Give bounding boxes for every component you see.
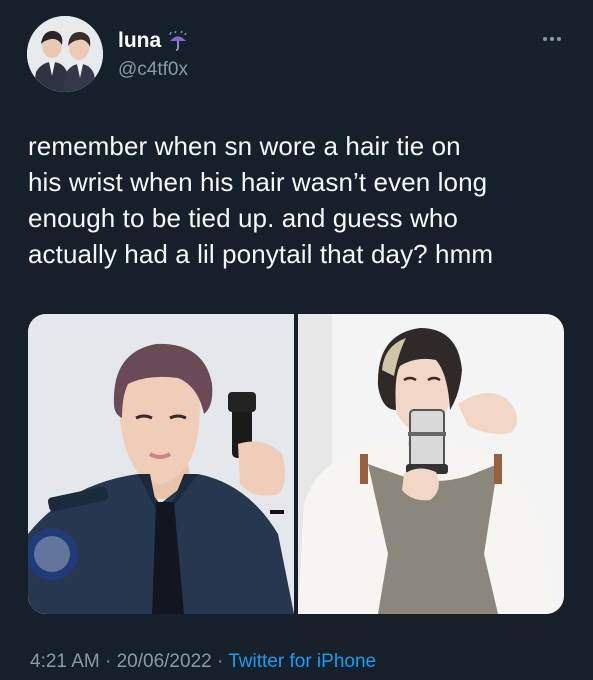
tweet-media: [28, 314, 564, 614]
avatar[interactable]: [27, 16, 103, 92]
tweet-text-line: remember when sn wore a hair tie on: [28, 131, 461, 161]
tweet-text-line: enough to be tied up. and guess who: [28, 203, 458, 233]
tweet-date[interactable]: 20/06/2022: [117, 651, 212, 672]
tweet-metadata: 4:21 AM · 20/06/2022 · Twitter for iPhon…: [30, 650, 376, 674]
user-handle[interactable]: @c4tf0x: [118, 59, 188, 81]
avatar-image: [27, 16, 103, 92]
photo-police-uniform[interactable]: [28, 314, 294, 614]
tweet-time[interactable]: 4:21 AM: [30, 651, 100, 672]
display-name[interactable]: luna: [118, 29, 189, 53]
meta-separator: ·: [216, 651, 224, 672]
umbrella-with-rain-icon: [167, 30, 189, 52]
tweet-text-line: actually had a lil ponytail that day? hm…: [28, 239, 494, 269]
display-name-text: luna: [118, 29, 162, 52]
tweet-card: luna @c4tf0x remember when sn wore a hai…: [0, 0, 593, 680]
tweet-text: remember when sn wore a hair tie on his …: [28, 128, 573, 272]
meta-separator: ·: [105, 651, 112, 672]
tweet-source-link[interactable]: Twitter for iPhone: [228, 651, 376, 672]
photo-white-sweater[interactable]: [298, 314, 564, 614]
tweet-text-line: his wrist when his hair wasn’t even long: [28, 167, 488, 197]
more-options-icon[interactable]: [537, 30, 567, 48]
